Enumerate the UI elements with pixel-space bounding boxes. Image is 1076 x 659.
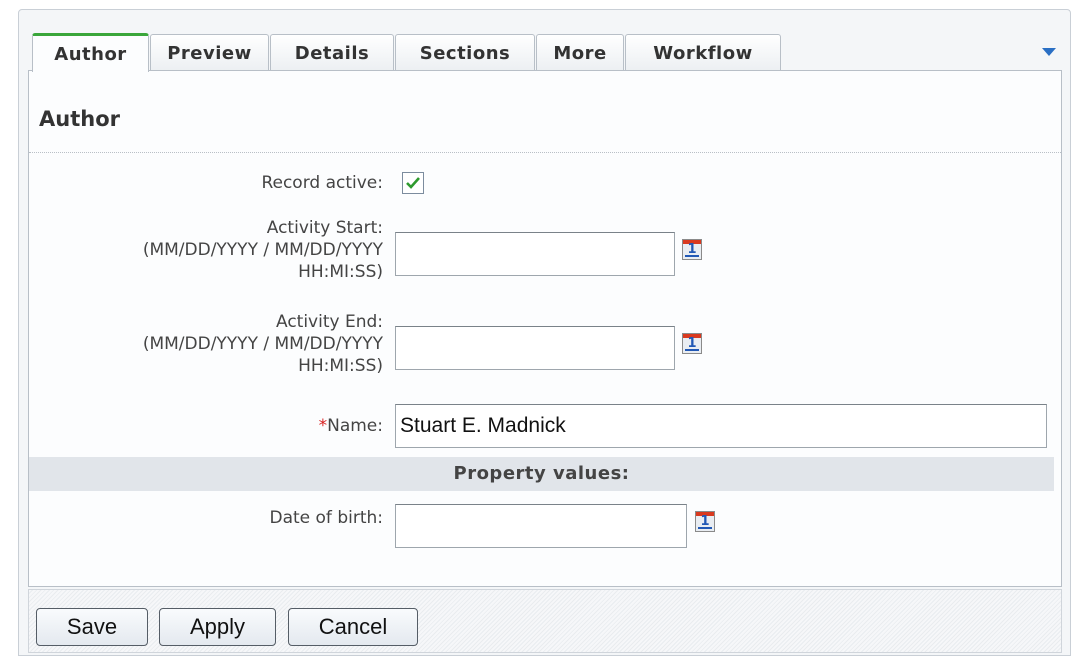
- tab-details[interactable]: Details: [270, 34, 394, 71]
- activity-start-format-hint: (MM/DD/YYYY / MM/DD/YYYY: [142, 240, 383, 260]
- author-form: Author Record active: Activity Start: (M…: [28, 70, 1062, 587]
- date-of-birth-label: Date of birth:: [269, 508, 384, 528]
- activity-start-input[interactable]: [395, 232, 675, 276]
- tab-more[interactable]: More: [536, 34, 624, 71]
- check-icon: [406, 177, 420, 189]
- activity-end-label-text: Activity End:: [275, 312, 383, 332]
- save-button[interactable]: Save: [36, 608, 148, 646]
- tab-sections[interactable]: Sections: [395, 34, 535, 71]
- required-mark: *: [318, 416, 328, 436]
- activity-start-label-text: Activity Start:: [266, 218, 383, 238]
- title-divider: [29, 152, 1061, 153]
- name-label-text: Name:: [327, 416, 383, 436]
- property-values-heading: Property values:: [29, 457, 1054, 491]
- activity-end-format-hint: (MM/DD/YYYY / MM/DD/YYYY: [142, 334, 383, 354]
- activity-start-calendar-icon[interactable]: 1: [682, 239, 702, 260]
- activity-start-label: Activity Start: (MM/DD/YYYY / MM/DD/YYYY…: [143, 217, 383, 283]
- date-of-birth-input[interactable]: [395, 504, 687, 548]
- activity-end-label: Activity End: (MM/DD/YYYY / MM/DD/YYYY H…: [143, 311, 383, 377]
- action-bar: Save Apply Cancel: [28, 589, 1062, 653]
- editor-panel: Author Preview Details Sections More Wor…: [18, 9, 1071, 656]
- tab-bar: Author Preview Details Sections More Wor…: [19, 10, 1070, 72]
- record-active-checkbox[interactable]: [402, 172, 424, 194]
- record-active-label: Record active:: [261, 173, 383, 193]
- activity-end-input[interactable]: [395, 326, 675, 370]
- activity-end-format-hint-2: HH:MI:SS): [298, 356, 383, 376]
- page-title: Author: [39, 107, 120, 131]
- name-label: *Name:: [319, 415, 383, 437]
- name-input[interactable]: Stuart E. Madnick: [395, 404, 1047, 448]
- apply-button[interactable]: Apply: [159, 608, 276, 646]
- tab-workflow[interactable]: Workflow: [625, 34, 781, 71]
- activity-end-calendar-icon[interactable]: 1: [682, 333, 702, 354]
- tab-author[interactable]: Author: [32, 33, 149, 72]
- tab-menu-arrow-icon[interactable]: [1042, 48, 1056, 56]
- activity-start-format-hint-2: HH:MI:SS): [298, 262, 383, 282]
- cancel-button[interactable]: Cancel: [288, 608, 418, 646]
- date-of-birth-calendar-icon[interactable]: 1: [695, 511, 715, 532]
- tab-preview[interactable]: Preview: [150, 34, 269, 71]
